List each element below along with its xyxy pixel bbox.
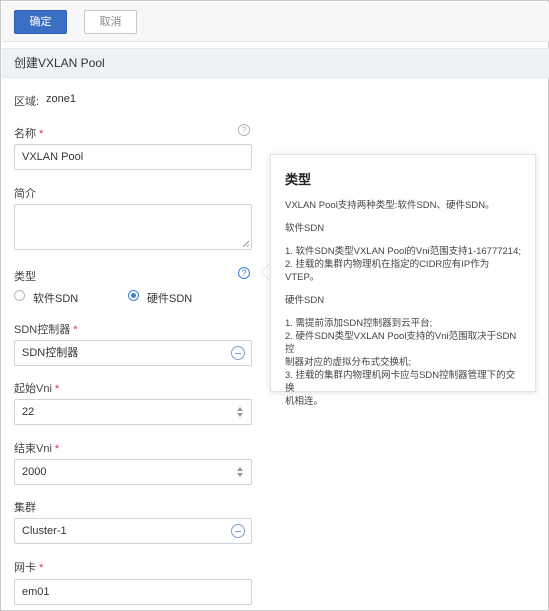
type-label: 类型 <box>14 271 36 283</box>
tooltip-hardware-line: 制器对应的虚拟分布式交换机; <box>285 357 412 368</box>
confirm-button[interactable]: 确定 <box>14 10 67 34</box>
tooltip-intro: VXLAN Pool支持两种类型:软件SDN、硬件SDN。 <box>285 200 495 211</box>
start-vni-field-label: 起始Vni * <box>14 380 59 396</box>
start-vni-label-text: 起始Vni <box>14 383 52 395</box>
nic-field-label: 网卡 * <box>14 559 43 575</box>
section-title: 创建VXLAN Pool <box>2 48 549 78</box>
nic-input[interactable]: em01 <box>14 579 252 605</box>
tooltip-hardware-line: 2. 硬件SDN类型VXLAN Pool支持的Vni范围取决于SDN控 <box>285 331 517 355</box>
zone-label: 区域: <box>14 96 40 108</box>
tooltip-software-line: 1. 软件SDN类型VXLAN Pool的Vni范围支持1-16777214; <box>285 246 522 257</box>
tooltip-hardware-line: 3. 挂载的集群内物理机网卡应与SDN控制器管理下的交换 <box>285 370 516 394</box>
required-mark: * <box>39 562 44 574</box>
tooltip-software-heading: 软件SDN <box>285 223 325 234</box>
zone-value: zone1 <box>46 93 76 105</box>
minus-circle-icon[interactable] <box>231 346 245 360</box>
start-vni-value: 22 <box>22 406 35 418</box>
start-vni-input[interactable]: 22 <box>14 399 252 425</box>
sdn-controller-field-label: SDN控制器 * <box>14 321 78 337</box>
name-help-icon[interactable]: ? <box>238 124 250 136</box>
nic-label-text: 网卡 <box>14 562 36 574</box>
tooltip-title: 类型 <box>285 172 312 187</box>
number-stepper-icon[interactable] <box>237 407 243 417</box>
cluster-label: 集群 <box>14 502 36 514</box>
sdn-controller-select[interactable]: SDN控制器 <box>14 340 252 366</box>
name-field-label: 名称 * <box>14 125 43 141</box>
type-help-icon[interactable]: ? <box>238 267 250 279</box>
cluster-select[interactable]: Cluster-1 <box>14 518 252 544</box>
radio-software-sdn-label[interactable]: 软件SDN <box>33 290 78 306</box>
description-label: 简介 <box>14 188 36 200</box>
radio-hardware-sdn-label[interactable]: 硬件SDN <box>147 290 192 306</box>
required-mark: * <box>54 443 60 455</box>
tooltip-software-line: 2. 挂载的集群内物理机在指定的CIDR应有IP作为VTEP。 <box>285 259 490 283</box>
required-mark: * <box>73 324 78 336</box>
end-vni-field-label: 结束Vni * <box>14 440 59 456</box>
end-vni-value: 2000 <box>22 466 47 478</box>
description-textarea[interactable] <box>14 204 252 250</box>
tooltip-hardware-line: 机相连。 <box>285 396 324 407</box>
toolbar: 确定 取消 <box>2 2 549 42</box>
resize-handle-icon[interactable] <box>243 241 249 247</box>
sdn-controller-label-text: SDN控制器 <box>14 324 71 336</box>
name-label-text: 名称 <box>14 128 36 140</box>
radio-hardware-sdn[interactable] <box>128 290 139 301</box>
end-vni-input[interactable]: 2000 <box>14 459 252 485</box>
minus-circle-icon[interactable] <box>231 524 245 538</box>
tooltip-hardware-line: 1. 需提前添加SDN控制器到云平台; <box>285 318 433 329</box>
required-mark: * <box>54 383 60 395</box>
radio-software-sdn[interactable] <box>14 290 25 301</box>
required-mark: * <box>39 128 44 140</box>
name-input[interactable]: VXLAN Pool <box>14 144 252 170</box>
end-vni-label-text: 结束Vni <box>14 443 52 455</box>
cancel-button[interactable]: 取消 <box>84 10 137 34</box>
number-stepper-icon[interactable] <box>237 467 243 477</box>
cluster-value: Cluster-1 <box>22 525 67 537</box>
sdn-controller-value: SDN控制器 <box>22 347 79 359</box>
tooltip-hardware-heading: 硬件SDN <box>285 295 325 306</box>
dialog-frame: 确定 取消 创建VXLAN Pool 区域: zone1 名称 * ? VXLAN… <box>0 0 549 611</box>
type-help-tooltip: 类型 VXLAN Pool支持两种类型:软件SDN、硬件SDN。 软件SDN 1… <box>270 154 536 407</box>
